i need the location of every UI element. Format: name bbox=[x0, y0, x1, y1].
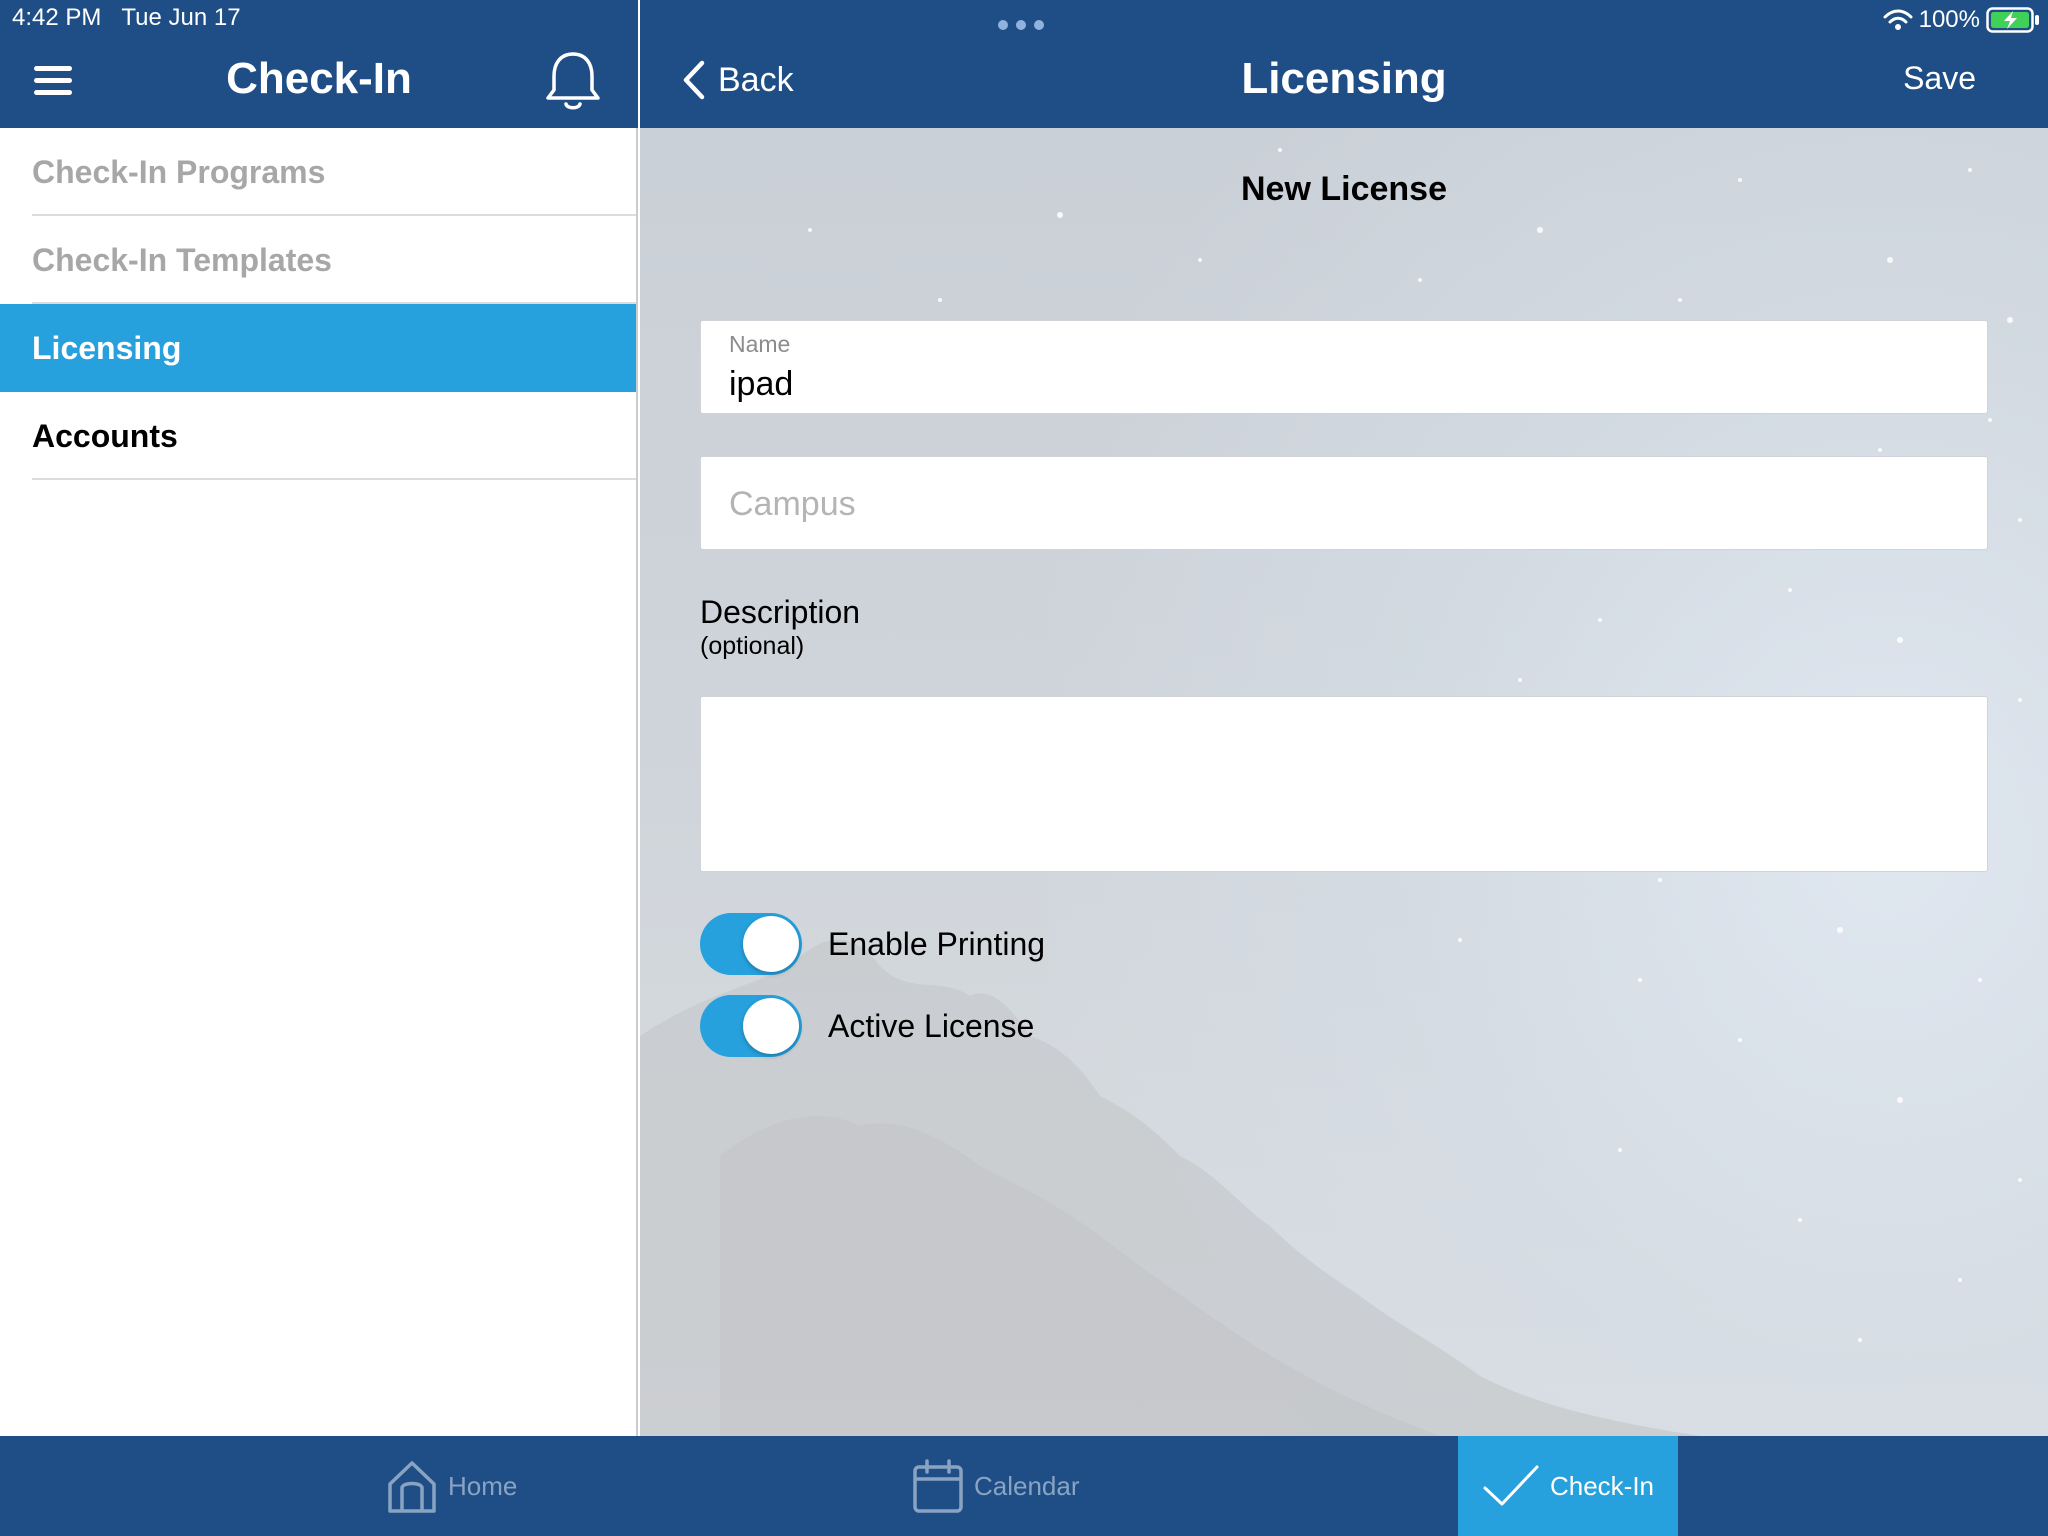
sidebar-item-licensing[interactable]: Licensing bbox=[0, 304, 636, 392]
campus-field[interactable]: Campus bbox=[700, 456, 1988, 550]
detail-pane: 100% Back Licensing Save New License Nam… bbox=[640, 0, 2048, 1436]
multitasking-dots-icon[interactable] bbox=[998, 18, 1046, 32]
sidebar-item-label: Check-In Programs bbox=[32, 153, 326, 190]
hamburger-menu-icon[interactable] bbox=[34, 66, 72, 96]
calendar-icon bbox=[913, 1459, 963, 1513]
description-optional-label: (optional) bbox=[700, 632, 805, 660]
description-label: Description bbox=[700, 594, 861, 630]
battery-charging-icon bbox=[1986, 7, 2039, 33]
checkmark-icon bbox=[1483, 1465, 1539, 1506]
sidebar: 4:42 PM Tue Jun 17 Check-In Check-In Prog… bbox=[0, 0, 638, 1436]
tab-home[interactable]: Home bbox=[386, 1436, 517, 1536]
sidebar-item-accounts[interactable]: Accounts bbox=[0, 392, 636, 480]
tab-calendar[interactable]: Calendar bbox=[912, 1436, 1080, 1536]
status-bar-left: 4:42 PM Tue Jun 17 bbox=[12, 4, 241, 32]
active-license-label: Active License bbox=[828, 1007, 1035, 1044]
tab-calendar-label: Calendar bbox=[974, 1470, 1080, 1501]
sidebar-item-check-in-templates[interactable]: Check-In Templates bbox=[0, 216, 636, 304]
enable-printing-row: Enable Printing bbox=[700, 912, 1045, 976]
name-field[interactable]: Name ipad bbox=[700, 320, 1988, 414]
bell-icon[interactable] bbox=[540, 48, 606, 114]
nav-bar: 100% Back Licensing Save bbox=[640, 0, 2048, 128]
page-title: Licensing bbox=[1241, 54, 1447, 103]
name-field-label: Name bbox=[729, 331, 791, 357]
status-time: 4:42 PM bbox=[12, 4, 102, 31]
tab-check-in-label: Check-In bbox=[1549, 1470, 1655, 1501]
tab-home-label: Home bbox=[448, 1470, 518, 1501]
sidebar-item-check-in-programs[interactable]: Check-In Programs bbox=[0, 128, 636, 216]
form-title: New License bbox=[1241, 170, 1447, 208]
description-textarea[interactable] bbox=[700, 696, 1988, 872]
active-license-toggle[interactable] bbox=[700, 995, 802, 1057]
sidebar-title: Check-In bbox=[226, 54, 412, 103]
status-bar-right: 100% bbox=[1883, 2, 2040, 38]
sidebar-item-label: Check-In Templates bbox=[32, 241, 332, 278]
tab-check-in[interactable]: Check-In bbox=[1458, 1436, 1678, 1536]
campus-field-placeholder: Campus bbox=[729, 485, 856, 523]
name-field-value[interactable]: ipad bbox=[729, 365, 793, 404]
sidebar-item-label: Accounts bbox=[32, 417, 178, 454]
enable-printing-toggle[interactable] bbox=[700, 913, 802, 975]
battery-percent: 100% bbox=[1918, 6, 1980, 33]
sidebar-menu: Check-In Programs Check-In Templates Lic… bbox=[0, 128, 636, 480]
enable-printing-label: Enable Printing bbox=[828, 925, 1046, 962]
wifi-icon bbox=[1883, 9, 1913, 30]
sidebar-item-label: Licensing bbox=[32, 329, 182, 366]
tab-bar: Home Calendar Check-In bbox=[0, 1436, 2048, 1536]
home-icon bbox=[388, 1461, 436, 1513]
status-date: Tue Jun 17 bbox=[121, 4, 241, 31]
sidebar-header: 4:42 PM Tue Jun 17 Check-In bbox=[0, 0, 638, 128]
active-license-row: Active License bbox=[700, 994, 1034, 1058]
save-button[interactable]: Save bbox=[1903, 60, 1976, 97]
